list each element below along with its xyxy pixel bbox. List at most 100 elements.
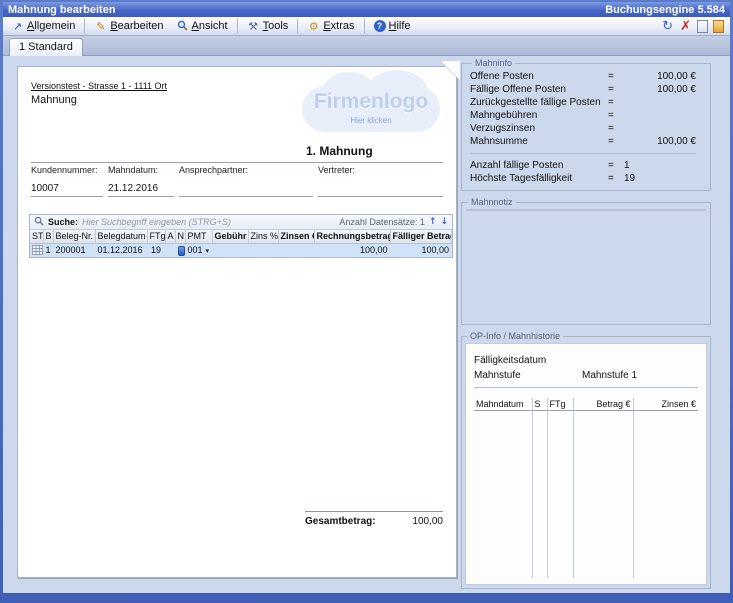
grid-row-selected[interactable]: 1 200001 01.12.2016 19 001▾ 100,00 100,0… (30, 243, 452, 257)
field-label: Ansprechpartner: (179, 165, 313, 175)
faelligkeitsdatum-row: Fälligkeitsdatum (474, 353, 698, 368)
col-beleg-nr[interactable]: Beleg-Nr. (53, 230, 95, 243)
col-zinsen: Zinsen € (633, 398, 698, 411)
col-rechnungsbetrag[interactable]: Rechnungsbetrag € (314, 230, 390, 243)
col-ftg[interactable]: FTg (147, 230, 165, 243)
info-row: Mahngebühren= (470, 109, 696, 122)
menu-ansicht-label: Ansicht (192, 20, 228, 32)
menu-bearbeiten-label: Bearbeiten (110, 20, 163, 32)
note-icon (178, 246, 185, 256)
menu-bearbeiten[interactable]: ✎ Bearbeiten (89, 18, 168, 34)
logo-text: Firmenlogo (296, 90, 446, 114)
app-version: Buchungsengine 5.584 (605, 4, 725, 16)
refresh-icon[interactable]: ↻ (661, 20, 674, 33)
nav-up-icon[interactable]: ↑ (429, 217, 437, 227)
history-header-row: Mahndatum S FTg Betrag € Zinsen € (474, 398, 698, 411)
delete-icon[interactable]: ✗ (679, 20, 692, 33)
cell-zins-prozent (248, 243, 278, 257)
mahnstufe-row: Mahnstufe Mahnstufe 1 (474, 368, 698, 383)
col-ftg: FTg (547, 398, 573, 411)
mahninfo-title: Mahninfo (472, 58, 515, 68)
toolbar-separator (237, 19, 238, 33)
toolbar-separator (84, 19, 85, 33)
record-count: Anzahl Datensätze: 1 (339, 217, 425, 227)
menu-allgemein-label: Allgemein (27, 20, 75, 32)
menu-hilfe[interactable]: ? Hilfe (369, 18, 416, 34)
cell-a (165, 243, 175, 257)
history-empty-row (474, 411, 698, 579)
op-info-panel: Fälligkeitsdatum Mahnstufe Mahnstufe 1 (465, 343, 707, 585)
col-b[interactable]: B (43, 230, 53, 243)
cell-faelliger-betrag: 100,00 (390, 243, 452, 257)
grid-searchbar: Suche: Anzahl Datensätze: 1 ↑ ↓ (30, 215, 452, 230)
cell-pmt[interactable]: 001▾ (185, 243, 212, 257)
tab-strip: 1 Standard (3, 36, 730, 56)
col-zinsen[interactable]: Zinsen € (278, 230, 314, 243)
positions-grid: Suche: Anzahl Datensätze: 1 ↑ ↓ ST (29, 214, 453, 258)
op-info-title: OP-Info / Mahnhistorie (467, 331, 563, 341)
cell-rechnungsbetrag: 100,00 (314, 243, 390, 257)
col-faelliger-betrag[interactable]: Fälliger Betrag € (390, 230, 452, 243)
field-vertreter[interactable]: Vertreter: (318, 165, 443, 197)
col-a[interactable]: A (165, 230, 175, 243)
gear-icon: ⚙ (307, 21, 320, 32)
mahnstufe-label: Mahnstufe (474, 370, 582, 381)
field-value[interactable]: 10007 (31, 183, 59, 194)
field-value[interactable]: 21.12.2016 (108, 183, 158, 194)
history-table-wrap: Mahndatum S FTg Betrag € Zinsen € (474, 398, 698, 578)
field-label: Kundennummer: (31, 165, 103, 175)
info-row: Fällige Offene Posten=100,00 € (470, 83, 696, 96)
arrow-up-right-icon: ↗ (11, 21, 24, 32)
mahnnotiz-textarea[interactable] (466, 209, 706, 211)
cell-zinsen (278, 243, 314, 257)
op-info-group: OP-Info / Mahnhistorie Fälligkeitsdatum … (461, 331, 711, 589)
cell-beleg-nr: 200001 (53, 243, 95, 257)
field-label: Vertreter: (318, 165, 443, 175)
field-label: Mahndatum: (108, 165, 174, 175)
pencil-icon: ✎ (94, 21, 107, 32)
document-fields: Kundennummer: 10007 Mahndatum: 21.12.201… (31, 162, 443, 197)
document-title: Mahnung (31, 94, 77, 106)
menu-extras[interactable]: ⚙ Extras (302, 18, 359, 34)
menu-ansicht[interactable]: Ansicht (171, 18, 233, 35)
field-ansprechpartner[interactable]: Ansprechpartner: (179, 165, 313, 197)
col-st[interactable]: ST (30, 230, 43, 243)
field-mahndatum[interactable]: Mahndatum: 21.12.2016 (108, 165, 174, 197)
total-row: Gesamtbetrag: 100,00 (305, 511, 443, 527)
mahnnotiz-title: Mahnnotiz (468, 197, 516, 207)
info-row: Mahnsumme=100,00 € (470, 135, 696, 148)
divider (474, 387, 698, 388)
export-icon[interactable] (713, 20, 724, 33)
company-logo-placeholder[interactable]: Firmenlogo Hier klicken (296, 69, 446, 141)
dropdown-icon[interactable]: ▾ (206, 248, 210, 255)
tab-standard[interactable]: 1 Standard (9, 38, 83, 56)
menu-hilfe-label: Hilfe (389, 20, 411, 32)
dunning-heading: 1. Mahnung (306, 144, 373, 158)
search-label: Suche: (48, 217, 78, 227)
report-icon[interactable] (697, 20, 708, 33)
nav-down-icon[interactable]: ↓ (440, 217, 448, 227)
col-gebuehr[interactable]: Gebühr € (212, 230, 248, 243)
toolbar-separator (364, 19, 365, 33)
sender-address-line[interactable]: Versionstest - Strasse 1 - 1111 Ort (31, 81, 167, 91)
total-value: 100,00 (412, 516, 443, 527)
info-row: Anzahl fällige Posten=1 (470, 159, 696, 172)
cell-gebuehr (212, 243, 248, 257)
search-input[interactable] (82, 217, 335, 227)
menu-extras-label: Extras (323, 20, 354, 32)
col-n[interactable]: N (175, 230, 185, 243)
app-window: Mahnung bearbeiten Buchungsengine 5.584 … (0, 0, 733, 603)
col-belegdatum[interactable]: Belegdatum (95, 230, 147, 243)
col-zins-prozent[interactable]: Zins % (248, 230, 278, 243)
total-label: Gesamtbetrag: (305, 516, 376, 527)
menu-tools[interactable]: ⚒ Tools (242, 18, 294, 34)
menu-allgemein[interactable]: ↗ Allgemein (6, 18, 80, 34)
divider (470, 153, 696, 154)
field-kundennummer[interactable]: Kundennummer: 10007 (31, 165, 103, 197)
info-row: Höchste Tagesfälligkeit=19 (470, 172, 696, 185)
info-row: Verzugszinsen= (470, 122, 696, 135)
titlebar[interactable]: Mahnung bearbeiten Buchungsengine 5.584 (3, 2, 730, 17)
col-pmt[interactable]: PMT (185, 230, 212, 243)
cell-ftg: 19 (147, 243, 165, 257)
search-icon (34, 216, 44, 228)
